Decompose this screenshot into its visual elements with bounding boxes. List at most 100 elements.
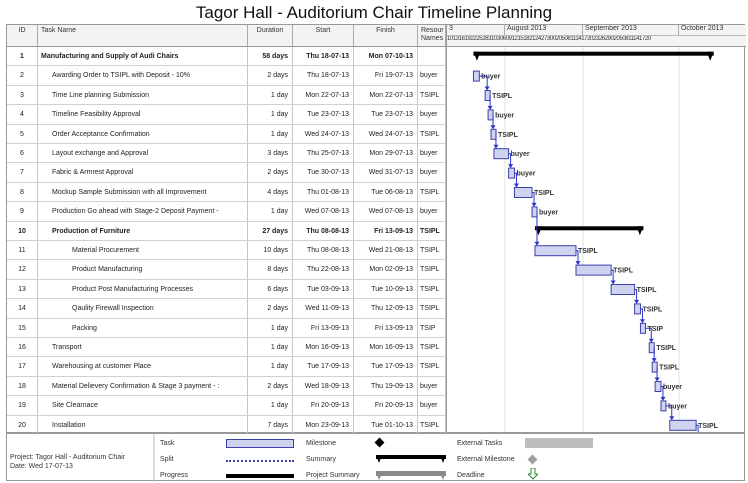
task-bar-label: TSIPL (578, 248, 599, 255)
table-row[interactable]: 1 Manufacturing and Supply of Audi Chairs… (7, 47, 446, 67)
task-finish: Mon 02-09-13 (354, 260, 418, 279)
task-bar-label: TSIP (647, 326, 663, 333)
task-id: 19 (7, 396, 38, 415)
column-header-finish[interactable]: Finish (354, 25, 418, 47)
task-id: 16 (7, 338, 38, 357)
legend-project-summary-label: Project Summary (306, 472, 360, 479)
task-start: Wed 11-09-13 (293, 299, 354, 318)
gantt-window: Tagor Hall - Auditorium Chair Timeline P… (0, 0, 748, 483)
task-bar[interactable] (634, 303, 641, 315)
column-header-id[interactable]: ID (7, 25, 38, 47)
table-row[interactable]: 2 Awarding Order to TSIPL with Deposit - … (7, 66, 446, 86)
legend-project: Project: Tagor Hall - Auditorium Chair (10, 454, 126, 461)
task-name: Installation (38, 415, 248, 434)
task-resource (418, 47, 446, 66)
task-bar[interactable] (669, 419, 697, 431)
task-bar[interactable] (493, 148, 510, 160)
task-name: Product Manufacturing (38, 260, 248, 279)
table-row[interactable]: 17 Warehousing at customer Place 1 day Tue … (7, 357, 446, 377)
column-header-resource[interactable]: Resour Names (418, 25, 446, 47)
table-row[interactable]: 13 Product Post Manufacturing Processes 6 … (7, 279, 446, 300)
column-header-resource-label: Resour Names (421, 27, 444, 42)
task-duration: 7 days (248, 415, 293, 434)
gantt-grid: ID Task Name Duration Start Finish Resou… (6, 24, 746, 474)
legend-external-milestone-label: External Milestone (457, 456, 515, 463)
table-row[interactable]: 8 Mockup Sample Submission with all Impro… (7, 182, 446, 203)
table-row[interactable]: 9 Production Go ahead with Stage-2 Deposi… (7, 202, 446, 222)
task-bar[interactable] (575, 264, 612, 276)
task-resource: buyer (418, 144, 446, 163)
task-name: Site Clearnace (38, 396, 248, 415)
task-bar[interactable] (654, 381, 662, 392)
task-resource: buyer (418, 202, 446, 221)
task-bar[interactable] (648, 342, 655, 354)
dependency-arrow-icon (660, 396, 666, 401)
task-id: 12 (7, 260, 38, 279)
task-bar[interactable] (651, 361, 658, 373)
task-name: Packing (38, 318, 248, 337)
task-id: 2 (7, 66, 38, 85)
task-finish: Wed 31-07-13 (354, 163, 418, 182)
legend: Project: Tagor Hall - Auditorium Chair D… (6, 433, 745, 482)
table-row[interactable]: 7 Fabric & Armrest Approval 2 days Tue 30-0… (7, 163, 446, 183)
legend-external-tasks-swatch (525, 438, 593, 448)
task-resource: TSIPL (418, 338, 446, 357)
task-duration: 1 day (248, 357, 293, 376)
dependency-arrow-icon (531, 202, 537, 207)
task-bar[interactable] (472, 70, 480, 82)
table-row[interactable]: 19 Site Clearnace 1 day Fri 20-09-13 Fri 20-… (7, 396, 446, 416)
table-row[interactable]: 10 Production of Furniture 27 days Thu 08-0… (7, 221, 446, 241)
task-name: Layout exchange and Approval (38, 144, 248, 163)
table-row[interactable]: 5 Order Acceptance Confirmation 1 day Wed 2… (7, 124, 446, 144)
task-id: 17 (7, 357, 38, 376)
task-start: Thu 25-07-13 (293, 144, 354, 163)
task-bar[interactable] (610, 284, 636, 295)
task-bar[interactable] (639, 322, 646, 334)
table-row[interactable]: 18 Material Delievery Confirmation & Stag… (7, 376, 446, 397)
table-row[interactable]: 4 Timeline Feasibility Approval 1 day Tue 2… (7, 105, 446, 125)
task-name: Order Acceptance Confirmation (38, 124, 248, 143)
summary-bar[interactable] (534, 226, 644, 236)
task-bar[interactable] (531, 206, 538, 218)
task-resource: TSIPL (418, 85, 446, 105)
dependency-arrow-icon (634, 299, 640, 304)
column-header-start[interactable]: Start (293, 25, 354, 47)
task-resource: buyer (418, 66, 446, 85)
task-resource: buyer (418, 396, 446, 415)
task-id: 15 (7, 318, 38, 337)
legend-progress-swatch (226, 474, 294, 478)
summary-bar[interactable] (473, 51, 714, 61)
legend-project-summary-swatch (376, 471, 446, 480)
task-id: 13 (7, 279, 38, 299)
task-name: Production Go ahead with Stage-2 Deposit… (38, 202, 248, 221)
task-bar[interactable] (508, 167, 515, 179)
table-row[interactable]: 15 Packing 1 day Fri 13-09-13 Fri 13-09-13 TS… (7, 318, 446, 338)
column-header-duration[interactable]: Duration (248, 25, 293, 47)
table-row[interactable]: 12 Product Manufacturing 8 days Thu 22-08-1… (7, 260, 446, 280)
task-resource: TSIPL (418, 124, 446, 143)
task-bar[interactable] (660, 400, 667, 412)
column-header-id-label: ID (18, 27, 26, 34)
task-bar[interactable] (487, 109, 494, 121)
task-bar[interactable] (490, 128, 497, 140)
task-start: Tue 17-09-13 (293, 357, 354, 376)
table-row[interactable]: 6 Layout exchange and Approval 3 days Thu 2… (7, 144, 446, 164)
gantt-bars: buyer TSIPL buyer TSIPL buyer buyer TSIPL buyer… (472, 47, 719, 432)
task-start: Wed 18-09-13 (293, 376, 354, 396)
dependency-arrow-icon (487, 105, 493, 110)
gantt-chart: 3 August 2013 September 2013 October 2013 1… (446, 25, 746, 432)
table-row[interactable]: 14 Qaulity Firewall Inspection 2 days Wed 1… (7, 299, 446, 319)
column-header-name[interactable]: Task Name (38, 25, 248, 47)
task-bar[interactable] (513, 187, 533, 198)
task-bar-label: TSIPL (637, 287, 658, 294)
table-row[interactable]: 3 Time Line planning Submission 1 day Mon 2… (7, 85, 446, 106)
task-finish: Mon 29-07-13 (354, 144, 418, 163)
table-row[interactable]: 11 Material Procurement 10 days Thu 08-08-1… (7, 241, 446, 261)
task-bar[interactable] (534, 245, 577, 257)
legend-task-swatch (226, 439, 294, 448)
task-duration: 2 days (248, 66, 293, 85)
table-row[interactable]: 16 Transport 1 day Mon 16-09-13 Mon 16-09-13… (7, 338, 446, 358)
task-finish: Tue 06-08-13 (354, 182, 418, 202)
task-duration: 1 day (248, 338, 293, 357)
task-bar[interactable] (484, 90, 491, 101)
